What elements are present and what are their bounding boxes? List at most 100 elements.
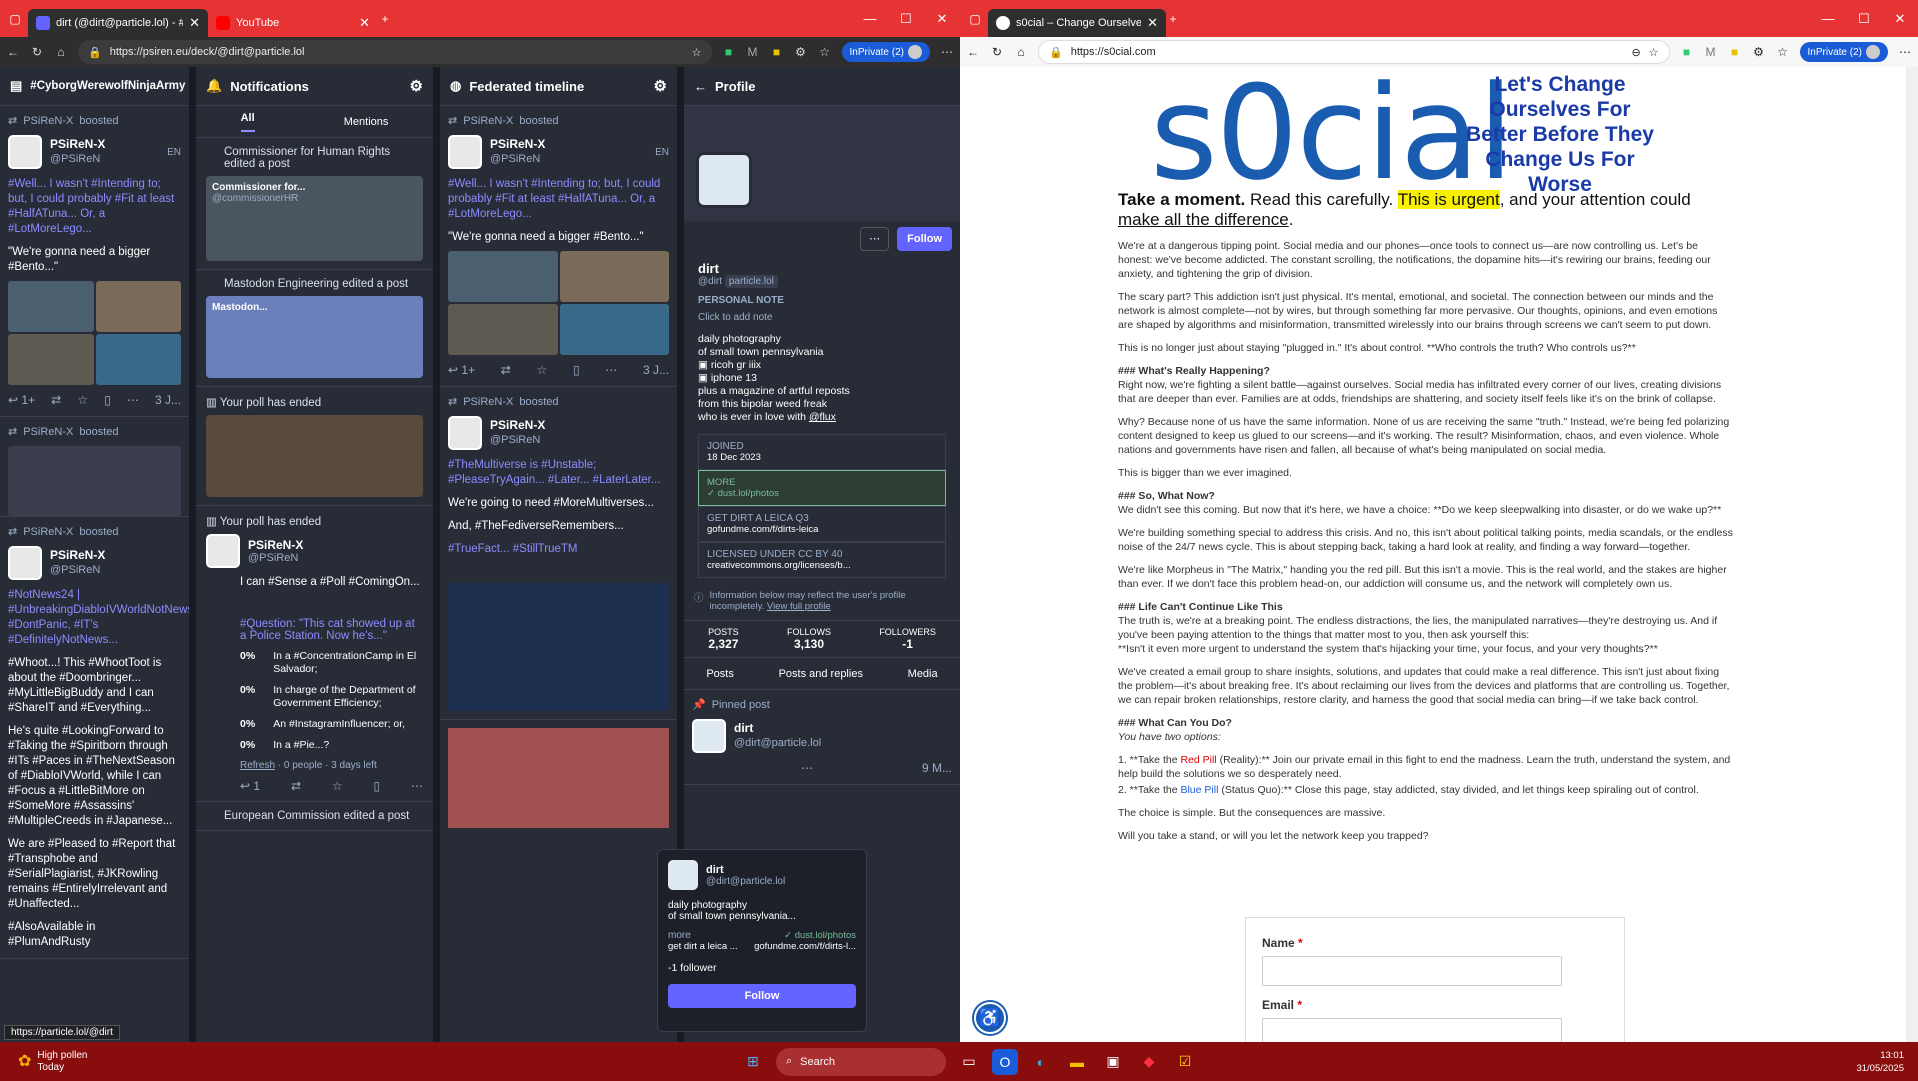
bookmark-icon[interactable]: ▯	[573, 363, 580, 378]
page-scrollbar[interactable]	[1906, 67, 1918, 1042]
avatar[interactable]	[692, 719, 726, 753]
post-author[interactable]: PSiReN-X @PSiReN	[206, 534, 423, 568]
bookmark-icon[interactable]: ▯	[374, 779, 381, 793]
extension-icon[interactable]: ■	[770, 45, 784, 59]
task-view-icon[interactable]: ▭	[956, 1049, 982, 1075]
close-window-icon[interactable]: ✕	[924, 0, 960, 37]
url-input[interactable]: 🔒 https://psiren.eu/deck/@dirt@particle.…	[78, 40, 712, 64]
avatar[interactable]	[206, 534, 240, 568]
avatar[interactable]	[668, 860, 698, 890]
favorite-star-icon[interactable]: ☆	[692, 46, 702, 59]
media-thumb[interactable]	[448, 251, 558, 302]
app-icon[interactable]: ▣	[1100, 1049, 1126, 1075]
tab-posts-and-replies[interactable]: Posts and replies	[779, 668, 863, 680]
media-gallery[interactable]	[8, 281, 181, 385]
file-explorer-icon[interactable]: ▬	[1064, 1049, 1090, 1075]
app-icon[interactable]: ☑	[1172, 1049, 1198, 1075]
notification-item[interactable]: ▥ Your poll has ended	[196, 387, 433, 506]
reply-icon[interactable]: ↩ 1+	[448, 363, 475, 378]
minimize-icon[interactable]: —	[852, 0, 888, 37]
gear-icon[interactable]: ⚙	[654, 77, 667, 95]
booster-name[interactable]: PSiReN-X	[23, 525, 73, 540]
more-menu-icon[interactable]: ⋯	[940, 45, 954, 59]
bookmark-icon[interactable]: ▯	[104, 393, 111, 408]
more-icon[interactable]: ⋯	[411, 779, 423, 793]
booster-name[interactable]: PSiReN-X	[23, 425, 73, 440]
media-thumb[interactable]	[95, 334, 181, 385]
post-author[interactable]: dirt @dirt@particle.lol	[692, 719, 952, 753]
hovercard-author[interactable]: dirt @dirt@particle.lol	[668, 860, 856, 890]
notification-card[interactable]: Mastodon...	[206, 296, 423, 378]
reader-icon[interactable]: ⊖	[1631, 46, 1640, 59]
tab-all[interactable]: All	[240, 112, 255, 132]
avatar[interactable]	[8, 546, 42, 580]
extension-icon[interactable]: ■	[1728, 45, 1742, 59]
start-icon[interactable]: ⊞	[740, 1049, 766, 1075]
post-time[interactable]: 3 J...	[155, 393, 181, 408]
favourite-icon[interactable]: ☆	[332, 779, 343, 793]
status-post[interactable]: ⇄ PSiReN-X boosted PSiReN-X @PSiReN EN #Wel…	[0, 106, 189, 417]
home-icon[interactable]: ⌂	[1014, 45, 1028, 59]
new-tab-icon[interactable]: +	[1166, 12, 1180, 26]
notification-item[interactable]: Commissioner for Human Rights edited a p…	[196, 138, 433, 270]
profile-avatar[interactable]	[696, 152, 752, 208]
favorites-icon[interactable]: ☆	[818, 45, 832, 59]
hovercard-field[interactable]: more ✓ dust.lol/photos	[668, 930, 856, 941]
reply-icon[interactable]: ↩ 1	[240, 779, 260, 793]
outlook-icon[interactable]: O	[992, 1048, 1018, 1075]
media-gallery[interactable]	[448, 251, 669, 355]
reply-icon[interactable]: ↩ 1+	[8, 393, 35, 408]
mention-link[interactable]: @flux	[809, 411, 836, 423]
favourite-icon[interactable]: ☆	[537, 363, 548, 378]
status-post[interactable]: ⇄ PSiReN-X boosted PSiReN-X @PSiReN #NotNew…	[0, 517, 189, 959]
new-tab-icon[interactable]: +	[378, 12, 392, 26]
extension-m-icon[interactable]: M	[1704, 45, 1718, 59]
media-thumb[interactable]	[448, 728, 669, 828]
notification-item[interactable]: Mastodon Engineering edited a post Masto…	[196, 270, 433, 387]
media-thumb[interactable]	[448, 304, 558, 355]
tab-s0cial[interactable]: s0cial – Change Ourselves For Bet... ✕	[988, 9, 1166, 37]
avatar[interactable]	[448, 135, 482, 169]
notification-item[interactable]: European Commission edited a post	[196, 802, 433, 831]
note-input[interactable]: Click to add note	[698, 312, 946, 323]
status-post[interactable]: ⇄ PSiReN-X boosted PSiReN-X @PSiReN EN #Wel…	[440, 106, 677, 387]
boost-button-icon[interactable]: ⇄	[501, 363, 511, 378]
media-thumb[interactable]	[8, 334, 94, 385]
post-time[interactable]: 9 M...	[922, 761, 952, 776]
url-input[interactable]: 🔒 https://s0cial.com ⊖ ☆	[1038, 40, 1670, 64]
favourite-icon[interactable]: ☆	[77, 393, 88, 408]
media-thumb[interactable]	[95, 281, 181, 332]
close-tab-icon[interactable]: ✕	[189, 15, 200, 31]
media-thumb[interactable]	[559, 304, 669, 355]
status-post[interactable]: ⇄ PSiReN-X boosted PSiReN-X @PSiReN #TheMul…	[440, 387, 677, 720]
browser-menu-icon[interactable]: ▢	[8, 12, 22, 26]
media-thumb[interactable]	[559, 251, 669, 302]
notification-card[interactable]: Commissioner for... @commissionerHR	[206, 176, 423, 261]
tab-posts[interactable]: Posts	[706, 668, 734, 680]
edge-icon[interactable]: ◐	[1028, 1049, 1054, 1075]
extensions-icon[interactable]: ⚙	[1752, 45, 1766, 59]
stat-follows[interactable]: FOLLOWS 3,130	[787, 627, 831, 651]
more-icon[interactable]: ⋯	[127, 393, 139, 408]
tab-mentions[interactable]: Mentions	[344, 116, 389, 128]
back-arrow-icon[interactable]: ←	[694, 79, 707, 94]
tab-media[interactable]: Media	[908, 668, 938, 680]
weather-widget[interactable]: ✿ High pollen Today	[18, 1050, 87, 1074]
field-leica[interactable]: GET DIRT A LEICA Q3 gofundme.com/f/dirts-…	[698, 506, 946, 542]
poll-refresh-link[interactable]: Refresh	[240, 760, 275, 771]
close-tab-icon[interactable]: ✕	[1147, 15, 1158, 31]
field-more[interactable]: MORE ✓ dust.lol/photos	[698, 470, 946, 506]
extension-m-icon[interactable]: M	[746, 45, 760, 59]
avatar[interactable]	[8, 135, 42, 169]
field-license[interactable]: LICENSED UNDER CC BY 40 creativecommons.o…	[698, 542, 946, 578]
inprivate-badge[interactable]: InPrivate (2)	[841, 42, 930, 62]
post-author[interactable]: PSiReN-X @PSiReN	[8, 546, 181, 580]
more-icon[interactable]: ⋯	[801, 761, 813, 776]
site-logo[interactable]: s0cial	[1150, 67, 1514, 209]
home-icon[interactable]: ⌂	[54, 45, 68, 59]
notification-item[interactable]: ▥ Your poll has ended PSiReN-X @PSiReN I …	[196, 506, 433, 802]
extensions-icon[interactable]: ⚙	[794, 45, 808, 59]
profile-menu-icon[interactable]: ⋯	[860, 227, 890, 251]
back-icon[interactable]: ←	[966, 45, 980, 59]
post-author[interactable]: PSiReN-X @PSiReN EN	[8, 135, 181, 169]
